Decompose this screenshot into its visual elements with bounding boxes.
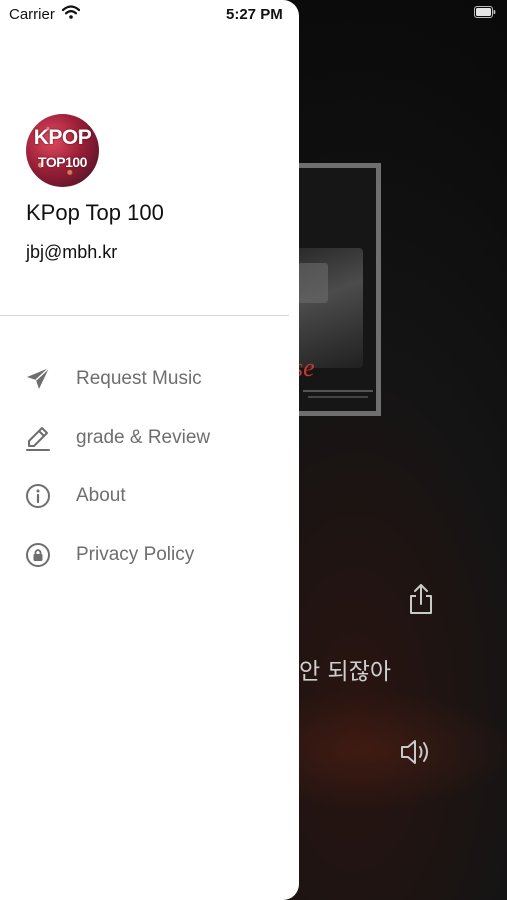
menu-item-privacy-policy[interactable]: Privacy Policy	[0, 530, 299, 580]
menu-item-label: About	[76, 485, 126, 506]
menu-item-label: Request Music	[76, 368, 202, 389]
battery-icon	[474, 6, 496, 18]
user-email: jbj@mbh.kr	[26, 242, 118, 262]
wifi-icon	[62, 5, 80, 19]
menu-item-label: grade & Review	[76, 427, 211, 448]
divider	[0, 315, 289, 316]
menu-item-about[interactable]: About	[0, 471, 299, 521]
album-fine-print	[303, 390, 373, 392]
avatar-sparkles	[26, 114, 99, 187]
lock-icon	[26, 543, 50, 567]
carrier-label: Carrier	[9, 6, 55, 23]
menu-item-request-music[interactable]: Request Music	[0, 354, 299, 404]
pencil-icon	[26, 427, 50, 451]
avatar-logo-line2: TOP100	[38, 154, 87, 170]
speaker-icon	[401, 740, 428, 764]
share-icon	[410, 584, 432, 614]
menu-item-label: Privacy Policy	[76, 544, 195, 565]
side-drawer: KPOP TOP100 KPop Top 100 jbj@mbh.kr Requ…	[0, 0, 299, 900]
status-bar: Carrier 5:27 PM	[0, 0, 507, 30]
status-time: 5:27 PM	[226, 6, 283, 23]
menu-item-grade-review[interactable]: grade & Review	[0, 413, 299, 463]
lyric-line: | 안 되잖아	[284, 659, 392, 685]
info-icon	[26, 484, 50, 508]
paper-plane-icon	[27, 367, 50, 389]
album-fine-print	[308, 396, 368, 398]
volume-button[interactable]	[399, 736, 433, 768]
avatar-logo-line1: KPOP	[33, 126, 92, 149]
album-photo-highlight	[298, 263, 328, 303]
app-avatar: KPOP TOP100	[26, 114, 99, 187]
app-name: KPop Top 100	[26, 200, 164, 225]
share-button[interactable]	[406, 582, 436, 616]
